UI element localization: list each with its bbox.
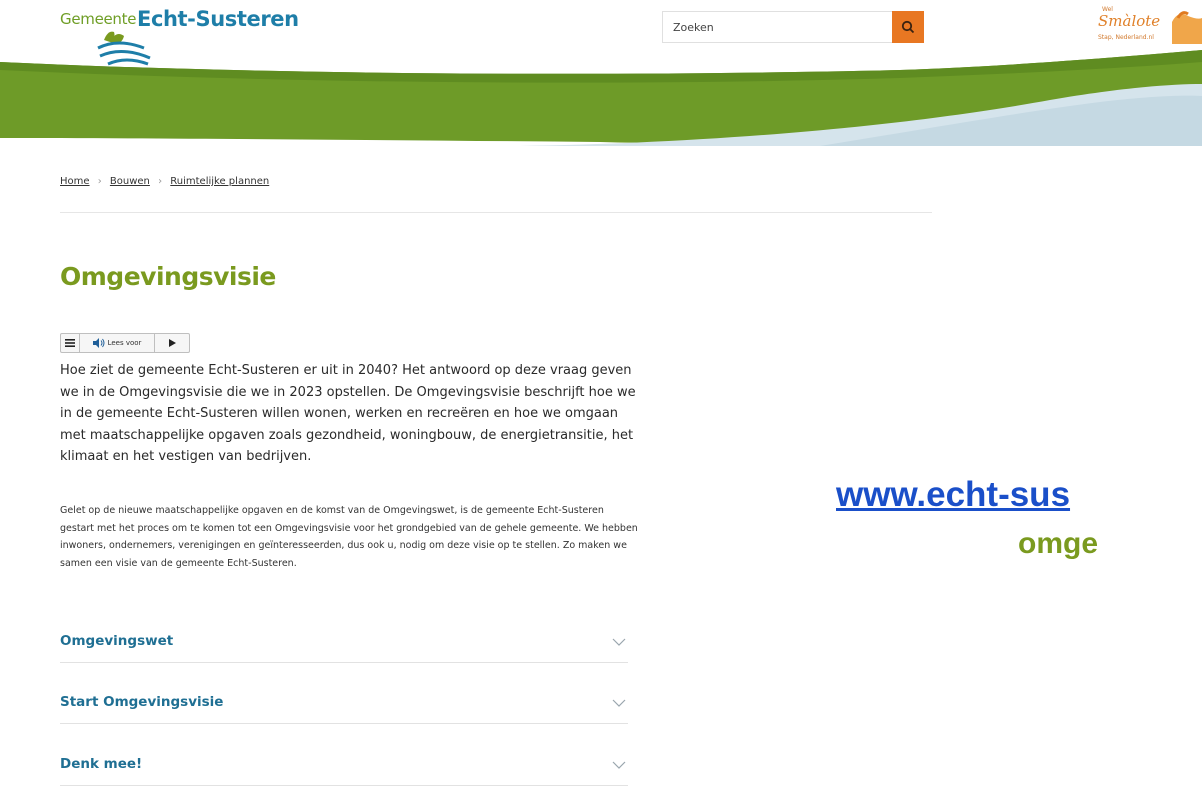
lead-paragraph: Hoe ziet de gemeente Echt-Susteren er ui… (60, 363, 636, 464)
readspeaker-menu-button[interactable] (61, 334, 80, 352)
search-icon (901, 20, 915, 34)
accordion-label: Denk mee! (60, 756, 143, 772)
accordion-label: Omgevingswet (60, 633, 174, 649)
readspeaker-listen-button[interactable]: Lees voor (80, 334, 155, 352)
overlay-url-link[interactable]: www.echt-sus (836, 475, 1070, 515)
play-icon (168, 339, 176, 347)
search-input[interactable] (663, 12, 889, 42)
municipality-logo[interactable]: Gemeente Echt-Susteren (60, 7, 300, 68)
chevron-down-icon (612, 761, 626, 769)
breadcrumb-bouwen[interactable]: Bouwen (110, 176, 150, 187)
chevron-down-icon (612, 699, 626, 707)
readspeaker-label: Lees voor (107, 339, 142, 347)
search-box (662, 11, 924, 43)
speaker-icon (92, 338, 105, 348)
menu-icon (65, 339, 75, 347)
partner-logo[interactable]: Wel Smàlote Stap, Nederland.nl (1088, 4, 1202, 48)
chevron-down-icon (612, 638, 626, 646)
accordion-denk-mee[interactable]: Denk mee! (60, 755, 628, 786)
body-paragraph: Gelet op de nieuwe maatschappelijke opga… (60, 505, 638, 569)
breadcrumb-separator: › (158, 176, 163, 187)
breadcrumb-divider (60, 212, 932, 213)
accordion-omgevingswet[interactable]: Omgevingswet (60, 632, 628, 663)
accordion-label: Start Omgevingsvisie (60, 694, 224, 710)
overlay-omgevingsvisie-text: omge (1018, 527, 1099, 560)
logo-waves-icon (97, 31, 151, 66)
breadcrumb: Home › Bouwen › Ruimtelijke plannen (60, 176, 269, 187)
logo-prefix: Gemeente (60, 10, 137, 28)
accordion-start-omgevingsvisie[interactable]: Start Omgevingsvisie (60, 693, 628, 724)
site-header: Gemeente Echt-Susteren Wel Smàlote Stap,… (0, 0, 1202, 160)
readspeaker-toolbar: Lees voor (60, 333, 190, 353)
partner-logo-text: Smàlote (1098, 12, 1161, 30)
readspeaker-play-button[interactable] (155, 334, 189, 352)
breadcrumb-home[interactable]: Home (60, 176, 90, 187)
search-button[interactable] (892, 11, 924, 43)
partner-logo-subtext: Stap, Nederland.nl (1098, 34, 1154, 41)
page-title: Omgevingsvisie (60, 262, 276, 291)
breadcrumb-separator: › (97, 176, 102, 187)
breadcrumb-ruimtelijke-plannen[interactable]: Ruimtelijke plannen (170, 176, 269, 187)
partner-emblem-icon (1172, 11, 1202, 44)
